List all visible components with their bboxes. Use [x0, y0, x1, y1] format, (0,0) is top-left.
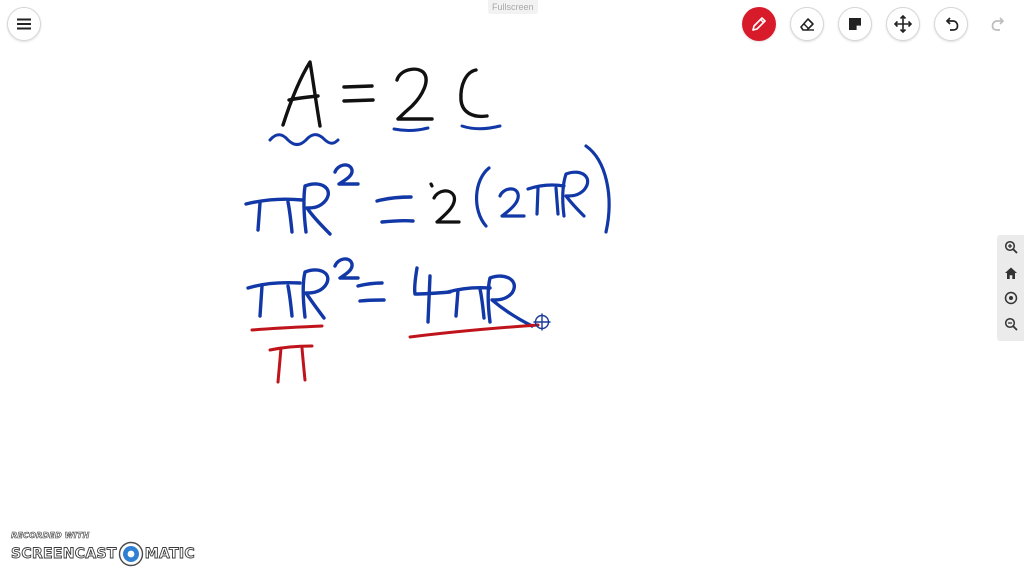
undo-arrow-icon: [942, 15, 960, 33]
menu-button[interactable]: [7, 7, 41, 41]
whiteboard-stage[interactable]: Fullscreen RECORDED WITH SCREENCAST MATI…: [0, 0, 1024, 576]
ink-line-2: [244, 163, 415, 236]
watermark-word-2: MATIC: [144, 546, 195, 563]
fullscreen-label[interactable]: Fullscreen: [488, 0, 538, 14]
recorder-watermark: RECORDED WITH SCREENCAST MATIC: [11, 531, 195, 571]
move-arrows-icon: [894, 15, 912, 33]
sticky-note-icon: [847, 16, 863, 32]
zoom-in-icon: [1004, 240, 1018, 259]
screencast-logo-icon: [118, 541, 143, 567]
ink-line-1: [281, 60, 489, 128]
ink-underlines-1: [268, 124, 502, 146]
zoom-in-button[interactable]: [1000, 239, 1022, 261]
redo-button[interactable]: [982, 7, 1016, 41]
pen-cursor-crosshair: [533, 313, 551, 331]
redo-arrow-icon: [990, 15, 1008, 33]
ink-line-2-paren: [474, 144, 611, 234]
home-button[interactable]: [1000, 264, 1022, 286]
home-icon: [1004, 266, 1018, 285]
move-tool-button[interactable]: [886, 7, 920, 41]
watermark-word-1: SCREENCAST: [11, 546, 117, 563]
zoom-out-icon: [1004, 317, 1018, 336]
recenter-button[interactable]: [1000, 290, 1022, 312]
pen-tool-button[interactable]: [742, 7, 776, 41]
target-icon: [1004, 291, 1018, 310]
ink-line-2-rhs: [429, 182, 461, 224]
eraser-tool-button[interactable]: [790, 7, 824, 41]
ink-line-3: [246, 257, 534, 328]
whiteboard-canvas[interactable]: [0, 0, 1024, 576]
sticky-note-button[interactable]: [838, 7, 872, 41]
ink-red-marks: [250, 323, 540, 384]
zoom-controls-panel: [997, 235, 1024, 341]
zoom-out-button[interactable]: [1000, 315, 1022, 337]
eraser-icon: [798, 15, 816, 33]
watermark-recorded-with: RECORDED WITH: [11, 531, 90, 541]
watermark-brand: SCREENCAST MATIC: [11, 541, 195, 567]
hamburger-menu-icon: [16, 17, 32, 31]
undo-button[interactable]: [934, 7, 968, 41]
pencil-icon: [750, 15, 768, 33]
